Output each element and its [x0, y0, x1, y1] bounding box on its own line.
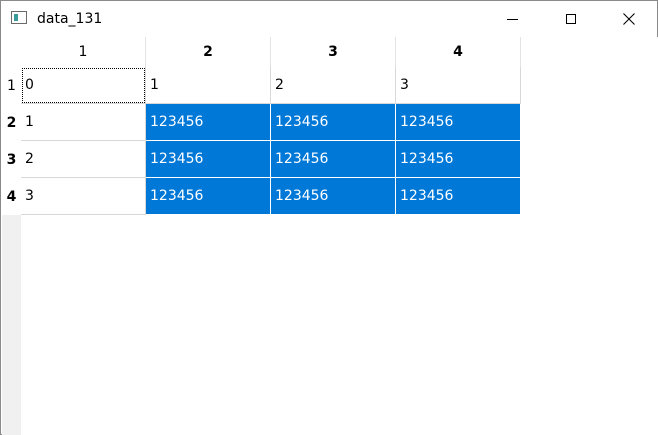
column-header[interactable]: 3: [271, 37, 396, 67]
table-cell[interactable]: 2: [21, 141, 146, 178]
column-header[interactable]: 2: [146, 37, 271, 67]
maximize-icon: [566, 14, 576, 24]
column-header[interactable]: 1: [21, 37, 146, 67]
table-cell[interactable]: 3: [21, 178, 146, 215]
row-header[interactable]: 4: [2, 178, 21, 215]
app-window: data_131 1 2 3 4 1 2 3 4 0 1 2 3 1 12345…: [0, 0, 658, 435]
table-cell-selected[interactable]: 123456: [271, 178, 396, 215]
row-header[interactable]: 3: [2, 141, 21, 178]
table-cell-selected[interactable]: 123456: [146, 178, 271, 215]
table-cell[interactable]: 3: [396, 67, 521, 104]
table-cell-selected[interactable]: 123456: [396, 178, 521, 215]
minimize-button[interactable]: [483, 1, 541, 37]
column-header[interactable]: 4: [396, 37, 521, 67]
table-cell-current[interactable]: 0: [21, 67, 146, 104]
table-cell-selected[interactable]: 123456: [146, 141, 271, 178]
table-cell[interactable]: 2: [271, 67, 396, 104]
table-cell-selected[interactable]: 123456: [146, 104, 271, 141]
window-title: data_131: [37, 11, 103, 27]
window-app-icon: [11, 11, 27, 24]
table-cell-selected[interactable]: 123456: [396, 104, 521, 141]
minimize-icon: [506, 18, 518, 20]
title-bar[interactable]: data_131: [1, 1, 657, 37]
data-table: 1 2 3 4 1 2 3 4 0 1 2 3 1 123456 123456 …: [2, 37, 658, 435]
row-header[interactable]: 1: [2, 67, 21, 104]
table-cell-selected[interactable]: 123456: [271, 141, 396, 178]
table-cell-selected[interactable]: 123456: [396, 141, 521, 178]
close-button[interactable]: [600, 1, 658, 37]
table-cell-selected[interactable]: 123456: [271, 104, 396, 141]
table-corner-button[interactable]: [2, 37, 21, 67]
table-cell[interactable]: 1: [146, 67, 271, 104]
table-cell[interactable]: 1: [21, 104, 146, 141]
row-header[interactable]: 2: [2, 104, 21, 141]
close-icon: [623, 13, 635, 25]
maximize-button[interactable]: [542, 1, 600, 37]
